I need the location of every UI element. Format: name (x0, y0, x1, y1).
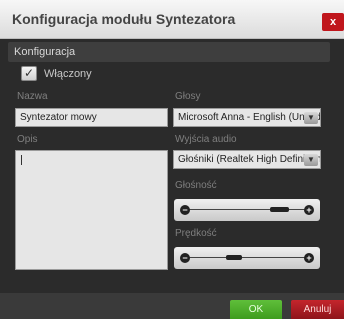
plus-icon[interactable]: + (304, 253, 314, 263)
dialog-title: Konfiguracja modułu Syntezatora (12, 11, 236, 27)
plus-icon[interactable]: + (304, 205, 314, 215)
minus-icon[interactable]: − (180, 205, 190, 215)
titlebar: Konfiguracja modułu Syntezatora x (0, 0, 344, 39)
slider-track (184, 257, 310, 258)
name-label: Nazwa (17, 91, 48, 102)
speed-label: Prędkość (175, 228, 217, 239)
synth-config-dialog: Konfiguracja modułu Syntezatora x Konfig… (0, 0, 344, 319)
enabled-label: Włączony (44, 68, 92, 80)
voices-label: Głosy (175, 91, 201, 102)
chevron-down-icon[interactable]: ▼ (304, 154, 318, 166)
slider-track (184, 209, 310, 210)
enabled-checkbox[interactable]: ✓ (21, 66, 37, 81)
close-button[interactable]: x (322, 13, 344, 31)
cancel-button[interactable]: Anuluj (291, 300, 344, 319)
slider-fill (225, 255, 242, 260)
voices-select[interactable]: Microsoft Anna - English (United ▼ (173, 108, 321, 127)
ok-button[interactable]: OK (230, 300, 282, 319)
name-input[interactable]: Syntezator mowy (15, 108, 168, 127)
speed-slider[interactable]: − + (174, 247, 320, 269)
text-caret (21, 155, 22, 165)
audio-output-label: Wyjścia audio (175, 134, 237, 145)
description-label: Opis (17, 134, 38, 145)
section-header: Konfiguracja (8, 42, 330, 62)
minus-icon[interactable]: − (180, 253, 190, 263)
slider-fill (270, 207, 290, 212)
chevron-down-icon[interactable]: ▼ (304, 112, 318, 124)
audio-output-select[interactable]: Głośniki (Realtek High Definition A ▼ (173, 150, 321, 169)
audio-output-selected-value: Głośniki (Realtek High Definition A (178, 154, 321, 165)
voices-selected-value: Microsoft Anna - English (United (178, 112, 321, 123)
description-textarea[interactable] (15, 150, 168, 270)
volume-slider[interactable]: − + (174, 199, 320, 221)
volume-label: Głośność (175, 180, 217, 191)
